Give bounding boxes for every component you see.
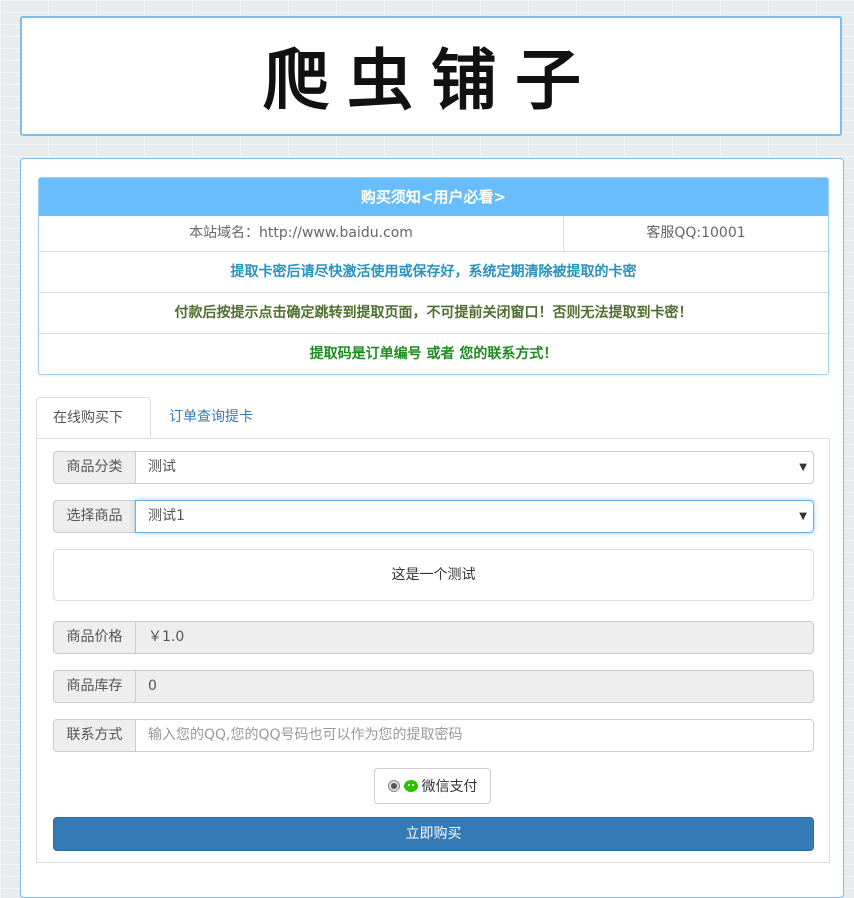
product-value: 测试1 [148, 508, 185, 524]
contact-field: 联系方式 输入您的QQ,您的QQ号码也可以作为您的提取密码 [53, 719, 814, 752]
payment-label: 微信支付 [421, 779, 478, 795]
chevron-down-icon: ▼ [799, 511, 807, 522]
notice-info-row: 本站域名：http://www.baidu.com 客服QQ:10001 [39, 216, 828, 252]
chevron-down-icon: ▼ [799, 462, 807, 473]
stock-value: 0 [135, 670, 814, 703]
notice-title: 购买须知<用户必看> [39, 178, 828, 216]
product-description: 这是一个测试 [53, 549, 814, 601]
contact-label: 联系方式 [53, 719, 135, 752]
notice-panel: 购买须知<用户必看> 本站域名：http://www.baidu.com 客服Q… [38, 177, 829, 375]
product-select[interactable]: 测试1 ▼ [135, 500, 814, 533]
stock-field: 商品库存 0 [53, 670, 814, 703]
category-value: 测试 [148, 459, 176, 475]
price-field: 商品价格 ￥1.0 [53, 621, 814, 654]
product-label: 选择商品 [53, 500, 135, 533]
product-field: 选择商品 测试1 ▼ [53, 500, 814, 533]
notice-line-3: 提取码是订单编号 或者 您的联系方式！ [309, 346, 558, 362]
order-tabs: 在线购买下单 订单查询提卡 [36, 397, 830, 467]
contact-input[interactable]: 输入您的QQ,您的QQ号码也可以作为您的提取密码 [135, 719, 814, 752]
category-field: 商品分类 测试 ▼ [53, 451, 814, 484]
wechat-pay-option[interactable]: 微信支付 [374, 768, 491, 804]
category-label: 商品分类 [53, 451, 135, 484]
purchase-form: 商品分类 测试 ▼ 选择商品 测试1 ▼ 这是一个测试 商品价格 ￥1.0 商品… [36, 439, 830, 863]
tab-order-query[interactable]: 订单查询提卡 [153, 397, 269, 438]
price-value: ￥1.0 [135, 621, 814, 654]
notice-line-2: 付款后按提示点击确定跳转到提取页面，不可提前关闭窗口！否则无法提取到卡密！ [39, 293, 828, 334]
site-domain: 本站域名：http://www.baidu.com [39, 216, 564, 251]
buy-now-button[interactable]: 立即购买 [53, 817, 814, 851]
stock-label: 商品库存 [53, 670, 135, 703]
contact-placeholder: 输入您的QQ,您的QQ号码也可以作为您的提取密码 [148, 727, 463, 743]
category-select[interactable]: 测试 ▼ [135, 451, 814, 484]
tab-online-purchase[interactable]: 在线购买下单 [36, 397, 151, 467]
main-panel: 购买须知<用户必看> 本站域名：http://www.baidu.com 客服Q… [20, 158, 844, 898]
logo-title: 爬虫铺子 [263, 41, 599, 119]
price-label: 商品价格 [53, 621, 135, 654]
logo-banner: 爬虫铺子 [20, 16, 842, 136]
radio-selected-icon[interactable] [387, 780, 400, 792]
support-qq: 客服QQ:10001 [646, 225, 746, 241]
notice-line-1: 提取卡密后请尽快激活使用或保存好，系统定期清除被提取的卡密 [39, 252, 828, 293]
wechat-icon [403, 780, 418, 792]
